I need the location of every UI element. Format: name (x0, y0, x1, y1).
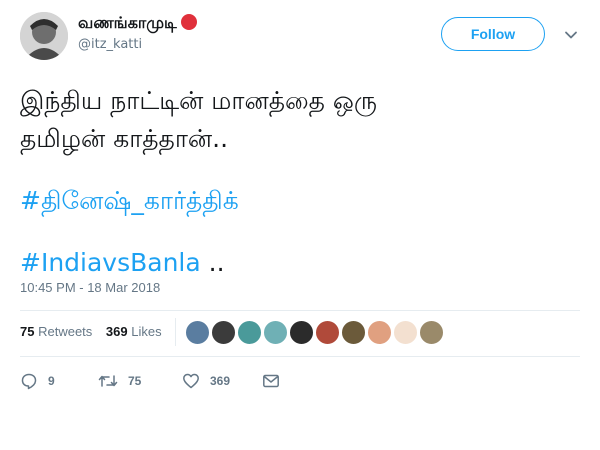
envelope-icon (263, 374, 279, 388)
reply-button[interactable]: 9 (20, 372, 55, 390)
trailing-text: .. (200, 248, 225, 277)
avatar[interactable] (20, 12, 68, 60)
tweet-card: வணங்காமுடி @itz_katti Follow இந்திய நாட்… (0, 0, 600, 450)
liker-avatar[interactable] (211, 320, 236, 345)
retweets-label: Retweets (38, 324, 93, 339)
tweet-line-2: தமிழன் காத்தான்.. (20, 124, 229, 153)
direct-message-button[interactable] (262, 372, 280, 390)
liker-avatar[interactable] (289, 320, 314, 345)
retweet-button[interactable]: 75 (98, 372, 141, 390)
red-circle-icon (180, 14, 197, 30)
retweet-icon (98, 375, 118, 387)
likes-label: Likes (131, 324, 162, 339)
likes-count: 369 (105, 324, 128, 339)
chevron-down-icon[interactable] (564, 27, 578, 41)
follow-button[interactable]: Follow (441, 17, 545, 51)
hashtag-link[interactable]: #தினேஷ்_கார்த்திக் (20, 186, 239, 215)
avatar-photo-icon (20, 12, 68, 60)
likes-stat[interactable]: 369 Likes (106, 324, 162, 339)
reply-count: 9 (48, 374, 55, 388)
divider (20, 310, 580, 311)
like-count: 369 (210, 374, 231, 388)
liker-avatar[interactable] (263, 320, 288, 345)
liker-avatar[interactable] (341, 320, 366, 345)
retweets-stat[interactable]: 75 Retweets (20, 324, 92, 339)
display-name-text: வணங்காமுடி (78, 13, 177, 32)
liker-avatar[interactable] (315, 320, 340, 345)
hashtag-link[interactable]: #IndiavsBanla (20, 248, 201, 277)
liker-avatar[interactable] (367, 320, 392, 345)
tweet-stats: 75 Retweets 369 Likes (20, 324, 162, 339)
liker-avatar[interactable] (185, 320, 210, 345)
reply-icon (21, 373, 37, 390)
heart-icon (183, 373, 199, 389)
timestamp[interactable]: 10:45 PM - 18 Mar 2018 (20, 280, 160, 295)
stats-separator (175, 318, 176, 346)
user-handle[interactable]: @itz_katti (78, 37, 142, 52)
retweets-count: 75 (20, 324, 35, 339)
tweet-line-1: இந்திய நாட்டின் மானத்தை ஒரு (20, 86, 378, 115)
divider (20, 356, 580, 357)
liker-avatar[interactable] (419, 320, 444, 345)
liker-avatar[interactable] (237, 320, 262, 345)
like-button[interactable]: 369 (182, 372, 230, 390)
retweet-count: 75 (128, 374, 142, 388)
display-name[interactable]: வணங்காமுடி (78, 13, 197, 34)
liker-avatar[interactable] (393, 320, 418, 345)
tweet-text: இந்திய நாட்டின் மானத்தை ஒரு தமிழன் காத்த… (20, 82, 580, 282)
